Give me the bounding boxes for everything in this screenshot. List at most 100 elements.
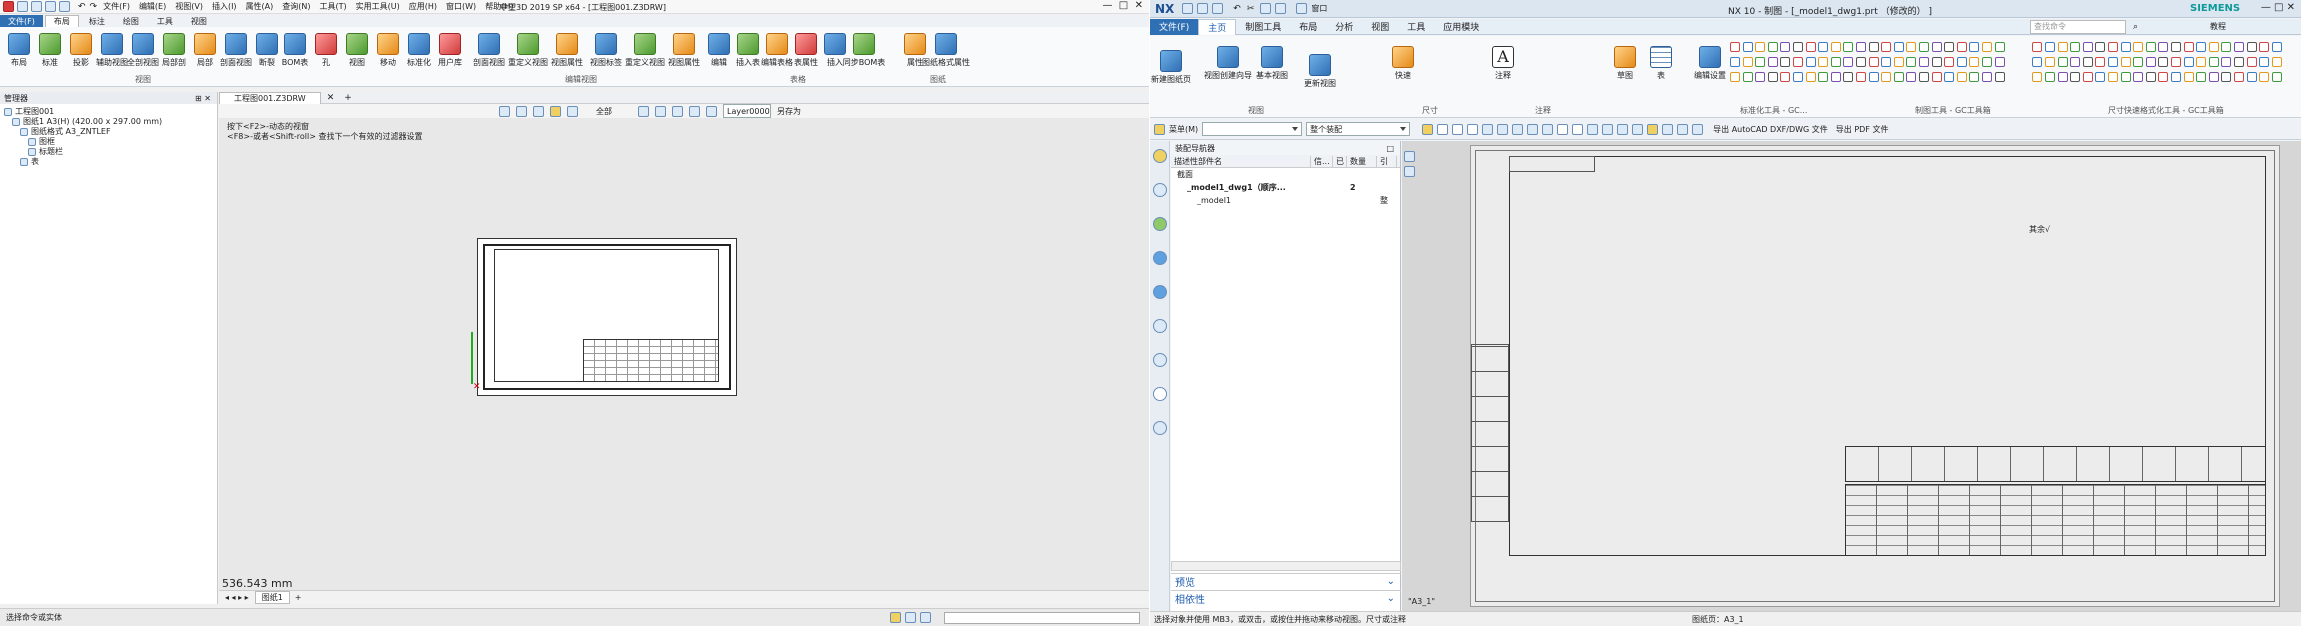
ribbon-tab[interactable]: 布局 [1290,19,1326,35]
toolbox-icon[interactable] [2057,42,2068,52]
rapid-dim-button[interactable]: 快速 [1388,44,1418,81]
toolbox-icon[interactable] [2208,72,2219,82]
color-icon[interactable] [689,105,700,117]
menu-item[interactable]: 属性(A) [246,1,274,12]
toolbox-icon[interactable] [2183,72,2194,82]
new-sheet-button[interactable]: 新建图纸页 [1151,48,1191,85]
toolbox-icon[interactable] [2070,42,2081,52]
add-tab-icon[interactable]: + [344,93,352,103]
ribbon-button[interactable]: 孔 [311,31,341,68]
status-icon-3[interactable] [920,612,931,623]
command-search[interactable]: 查找命令 [2030,19,2126,34]
toolbox-icon[interactable] [1868,42,1879,52]
toolbox-icon[interactable] [2259,72,2270,82]
doc-tab[interactable]: 工程图001.Z3DRW [219,91,321,104]
tree-item[interactable]: 图框 [4,137,213,147]
snap-icon[interactable] [1617,123,1629,135]
ribbon-button[interactable]: 布局 [4,31,34,68]
edit-settings-button[interactable]: 编辑设置 [1690,44,1730,81]
ribbon-tab[interactable]: 工具 [1398,19,1434,35]
toolbox-icon[interactable] [1856,57,1866,67]
sheet-nav-icon[interactable]: ◂ ◂ ▸ ▸ [225,593,249,602]
snap-icon[interactable] [1572,123,1584,135]
ribbon-button[interactable]: 全剖视图 [127,31,159,68]
toolbox-icon[interactable] [2045,42,2055,52]
toolbox-icon[interactable] [1994,57,2005,67]
toolbox-icon[interactable] [2221,72,2232,82]
toolbox-icon[interactable] [2221,57,2232,67]
toolbox-icon[interactable] [1805,42,1816,52]
ribbon-button[interactable]: 局部剖 [159,31,189,68]
export-pdf-button[interactable]: 导出 PDF 文件 [1836,124,1889,135]
ribbon-button[interactable]: 辅助视图 [96,31,128,68]
menu-item[interactable]: 查询(N) [282,1,310,12]
menu-item[interactable]: 工具(T) [320,1,347,12]
new-icon[interactable] [1182,3,1194,14]
toolbox-icon[interactable] [2259,57,2270,67]
ribbon-tab[interactable]: 标注 [81,15,113,27]
ribbon-button[interactable]: 视图属性 [665,31,703,68]
resource-tab-icon[interactable] [1153,251,1167,265]
filter-icon[interactable] [550,105,561,117]
window-controls[interactable]: — □ ✕ [1102,0,1143,11]
fit-icon[interactable] [533,105,544,117]
table-button[interactable]: 表 [1646,44,1676,81]
ribbon-tab[interactable]: 绘图 [115,15,147,27]
toolbox-icon[interactable] [2145,42,2156,52]
preview-panel[interactable]: 预览 ⌄ [1171,573,1401,589]
toolbox-icon[interactable] [1994,72,2005,82]
toolbox-icon[interactable] [1730,42,1740,52]
toolbox-icon[interactable] [2082,72,2093,82]
snap-icon[interactable] [1497,123,1509,135]
toolbox-icon[interactable] [2095,42,2106,52]
sketch-button[interactable]: 草图 [1610,44,1640,81]
toolbox-icon[interactable] [2120,57,2131,67]
ribbon-button[interactable]: 剖面视图 [220,31,252,68]
toolbox-icon[interactable] [1868,72,1879,82]
toolbox-icon[interactable] [2171,72,2181,82]
navigator-row[interactable]: _model1_dwg1（顺序... 2 [1171,181,1400,194]
toolbox-icon[interactable] [2108,72,2118,82]
snap-icon[interactable] [1647,123,1659,135]
snap-icon[interactable] [1587,123,1599,135]
toolbox-icon[interactable] [1969,57,1980,67]
open-icon[interactable] [31,1,42,12]
toolbox-icon[interactable] [1755,57,1766,67]
ribbon-tab[interactable]: 视图 [1362,19,1398,35]
toolbox-icon[interactable] [1818,42,1829,52]
panel-pin-icon[interactable]: ⊞ ✕ [195,94,211,103]
maximize-icon[interactable]: □ [1386,144,1394,153]
ribbon-tab[interactable]: 分析 [1326,19,1362,35]
toolbox-icon[interactable] [1906,57,1917,67]
window-switch-icon[interactable] [1296,3,1308,14]
toolbox-icon[interactable] [2057,57,2068,67]
snap-icon[interactable] [1557,123,1569,135]
sheet-tab[interactable]: 图纸1 [254,591,290,604]
ribbon-button[interactable]: 视图标签 [587,31,625,68]
open-icon[interactable] [1197,3,1209,14]
toolbox-icon[interactable] [1944,57,1955,67]
column-header[interactable]: 信... [1311,155,1333,167]
toolbox-icon[interactable] [2196,42,2207,52]
toolbox-icon[interactable] [2120,72,2131,82]
toolbox-icon[interactable] [2158,57,2169,67]
toolbox-icon[interactable] [2196,57,2207,67]
toolbox-icon[interactable] [1982,57,1992,67]
toolbox-icon[interactable] [2045,72,2055,82]
ribbon-button[interactable]: 投影 [66,31,96,68]
toolbox-icon[interactable] [1755,72,1766,82]
column-header[interactable]: 描述性部件名 [1171,155,1311,167]
navigator-row[interactable]: 截面 [1171,168,1400,181]
paste-icon[interactable] [1275,3,1287,14]
type-filter[interactable] [1202,122,1303,136]
resource-tab-icon[interactable] [1153,387,1167,401]
menu-button[interactable]: 菜单(M) [1169,124,1198,135]
toolbox-icon[interactable] [1868,57,1879,67]
snap-icon[interactable] [1482,123,1494,135]
toolbox-icon[interactable] [2271,72,2282,82]
toolbox-icon[interactable] [2133,57,2144,67]
toolbox-icon[interactable] [1767,57,1778,67]
ribbon-button[interactable]: 重定义视图 [508,31,548,68]
new-icon[interactable] [17,1,28,12]
toolbox-icon[interactable] [2246,57,2257,67]
